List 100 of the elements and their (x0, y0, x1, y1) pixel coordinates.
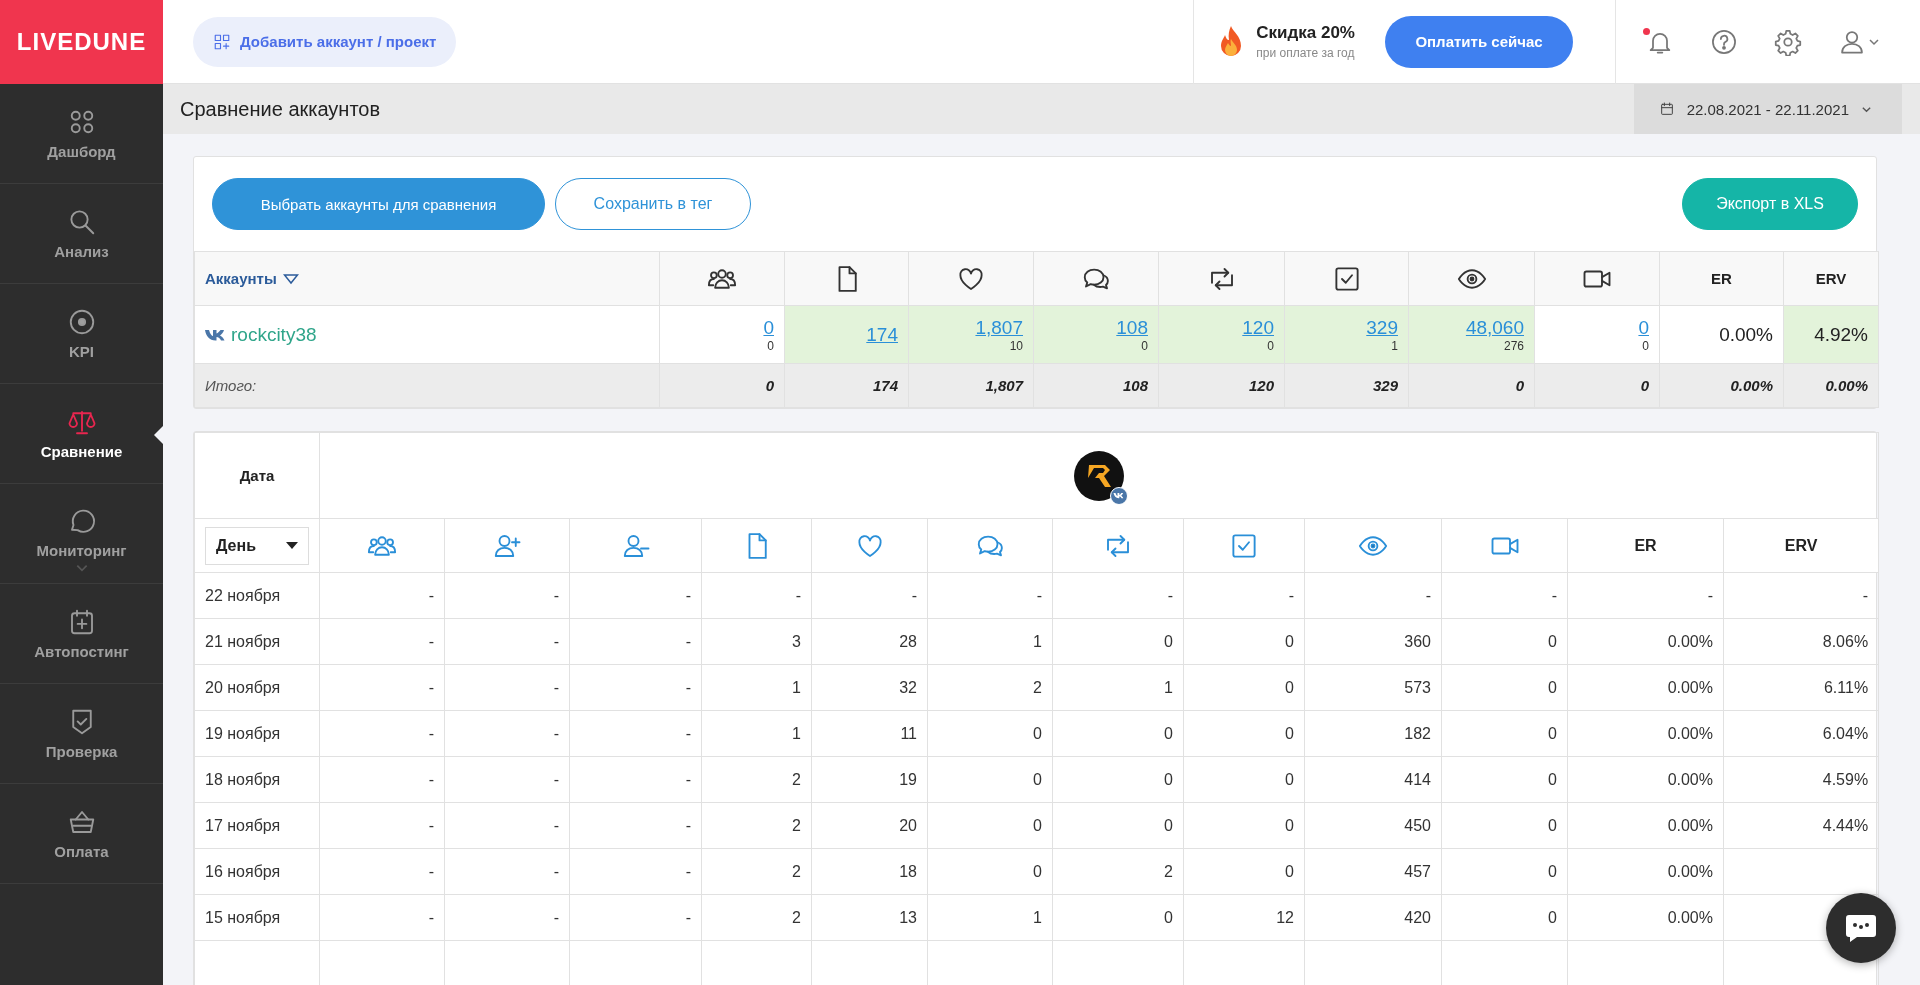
metric-link[interactable]: 108 (1116, 316, 1148, 339)
table-cell: 2 (1164, 862, 1173, 880)
table-cell: 2 (792, 862, 801, 880)
sidebar-item[interactable]: Оплата (0, 784, 163, 884)
chat-icon (1844, 912, 1878, 944)
metric-link[interactable]: 120 (1242, 316, 1274, 339)
total-value: 0 (1640, 377, 1649, 394)
table-cell: 0 (1033, 770, 1042, 788)
table-cell: - (553, 678, 559, 696)
column-header: ERV (1815, 270, 1847, 287)
metric-subvalue: 0 (767, 338, 774, 353)
table-cell: - (428, 724, 434, 742)
column-header: ER (1634, 536, 1657, 554)
table-cell: - (1425, 586, 1431, 604)
metric-link[interactable]: 1,807 (975, 316, 1023, 339)
accounts-sort-header[interactable]: Аккаунты (205, 270, 299, 287)
date-range-picker[interactable]: 22.08.2021 - 22.11.2021 (1633, 84, 1902, 134)
save-to-tag-button[interactable]: Сохранить в тег (555, 178, 751, 230)
sidebar-item[interactable]: Сравнение (0, 384, 163, 484)
table-cell: 4.44% (1822, 816, 1869, 834)
table-cell: 0 (1164, 908, 1173, 926)
table-cell: 0 (1285, 678, 1294, 696)
sidebar-item[interactable]: Проверка (0, 684, 163, 784)
table-cell: - (553, 770, 559, 788)
date-cell: 16 ноября (205, 862, 281, 880)
table-cell: - (685, 770, 691, 788)
table-cell: - (428, 862, 434, 880)
table-cell: - (553, 862, 559, 880)
date-cell: 15 ноября (205, 908, 281, 926)
sidebar-item[interactable]: KPI (0, 284, 163, 384)
metric-subvalue: 0 (1642, 338, 1649, 353)
total-value: 1,807 (985, 377, 1023, 394)
total-value: 0 (1515, 377, 1524, 394)
account-name[interactable]: rockcity38 (231, 323, 317, 346)
table-cell: - (553, 724, 559, 742)
table-cell: - (685, 816, 691, 834)
metric-link[interactable]: 174 (866, 323, 898, 346)
table-cell: - (1036, 586, 1042, 604)
table-cell: - (685, 586, 691, 604)
metric-value: 0.00% (1719, 323, 1773, 345)
promo-subtitle: при оплате за год (1256, 46, 1355, 60)
choose-accounts-button[interactable]: Выбрать аккаунты для сравнения (212, 178, 545, 230)
table-cell: 0 (1285, 862, 1294, 880)
table-cell: 1 (792, 724, 801, 742)
total-value: 174 (872, 377, 898, 394)
table-cell: 2 (1033, 678, 1042, 696)
table-cell: 0.00% (1667, 678, 1713, 696)
date-cell: 22 ноября (205, 586, 281, 604)
table-cell: 0 (1548, 908, 1557, 926)
table-cell: 2 (792, 816, 801, 834)
add-account-button[interactable]: Добавить аккаунт / проект (193, 16, 457, 67)
table-cell: 360 (1404, 632, 1431, 650)
table-cell: 0 (1164, 724, 1173, 742)
table-cell: 2 (792, 770, 801, 788)
metric-subvalue: 0 (1141, 338, 1148, 353)
logo[interactable]: LIVEDUNE (0, 0, 163, 84)
table-cell: - (685, 724, 691, 742)
promo-title: Скидка 20% (1256, 23, 1355, 43)
metric-subvalue: 1 (1391, 338, 1398, 353)
table-cell: 0 (1548, 816, 1557, 834)
table-cell: 1 (792, 678, 801, 696)
table-cell: 0 (1285, 770, 1294, 788)
table-cell: 13 (899, 908, 917, 926)
sidebar-item[interactable]: Мониторинг (0, 484, 163, 584)
metric-link[interactable]: 329 (1366, 316, 1398, 339)
table-cell: 1 (1033, 908, 1042, 926)
table-cell: - (1862, 586, 1869, 604)
table-cell: 0.00% (1667, 862, 1713, 880)
table-cell: - (1167, 586, 1173, 604)
table-cell: 1 (1164, 678, 1173, 696)
date-header: Дата (239, 467, 275, 484)
table-cell: 0 (1285, 632, 1294, 650)
table-cell: 0 (1033, 816, 1042, 834)
total-value: 120 (1248, 377, 1274, 394)
grid-plus-icon (213, 32, 231, 51)
table-cell: 0 (1548, 862, 1557, 880)
table-cell: 4.59% (1822, 770, 1869, 788)
table-cell: - (795, 586, 801, 604)
date-cell: 18 ноября (205, 770, 281, 788)
metric-link[interactable]: 0 (1638, 316, 1649, 339)
vk-badge-icon (1110, 486, 1129, 505)
pay-now-button[interactable]: Оплатить сейчас (1385, 15, 1573, 68)
table-cell: 19 (899, 770, 917, 788)
metric-link[interactable]: 48,060 (1465, 316, 1524, 339)
dropdown-caret-icon (286, 541, 298, 550)
table-cell: 0 (1164, 770, 1173, 788)
sidebar-item[interactable]: Анализ (0, 184, 163, 284)
table-cell: - (428, 586, 434, 604)
export-xls-button[interactable]: Экспорт в XLS (1682, 178, 1858, 230)
table-cell: - (428, 816, 434, 834)
table-cell: 0 (1548, 770, 1557, 788)
metric-subvalue: 276 (1503, 338, 1524, 353)
table-cell: - (428, 770, 434, 788)
table-cell: 28 (899, 632, 917, 650)
metric-link[interactable]: 0 (763, 316, 774, 339)
table-cell: 0.00% (1667, 724, 1713, 742)
period-dropdown[interactable]: День (205, 526, 309, 565)
table-cell: 0 (1033, 724, 1042, 742)
sidebar-item[interactable]: Автопостинг (0, 584, 163, 684)
settings-icon (1774, 27, 1802, 56)
